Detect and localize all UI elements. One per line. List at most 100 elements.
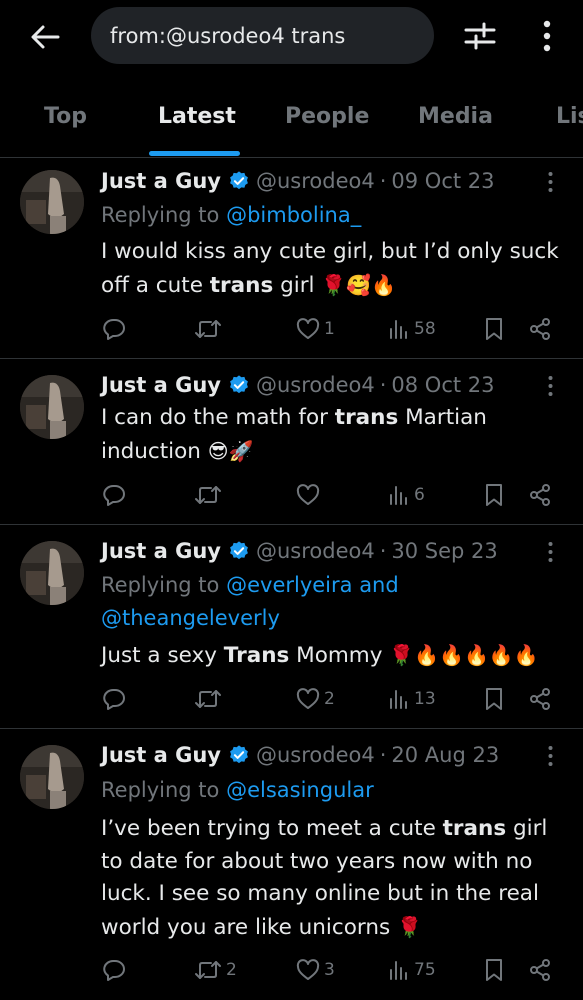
replying-to: Replying to @everlyeira and	[101, 569, 399, 602]
share-icon	[530, 318, 550, 340]
tweet-more-button[interactable]	[538, 537, 562, 567]
verified-badge-icon	[228, 374, 250, 396]
more-vertical-icon	[548, 746, 552, 766]
reply-button[interactable]	[102, 314, 130, 344]
separator-dot: ·	[379, 539, 387, 563]
tweet-header: Just a Guy @usrodeo4 · 30 Sep 23	[101, 535, 498, 567]
tweet-text-part: I can do the math for	[101, 405, 335, 430]
search-query: from:@usrodeo4 trans	[110, 23, 346, 48]
tweet-date[interactable]: 30 Sep 23	[391, 539, 497, 563]
replying-label: Replying to	[101, 203, 220, 227]
views-button[interactable]: 13	[388, 684, 436, 714]
like-button[interactable]	[296, 480, 324, 510]
author-name[interactable]: Just a Guy	[101, 169, 221, 193]
views-button[interactable]: 58	[388, 314, 436, 344]
retweet-button[interactable]	[194, 480, 226, 510]
bookmark-button[interactable]	[484, 955, 504, 985]
heart-icon	[296, 484, 320, 505]
tweet[interactable]: Just a Guy @usrodeo4 · 20 Aug 23 Replyin…	[0, 729, 583, 1000]
author-name[interactable]: Just a Guy	[101, 743, 221, 767]
avatar[interactable]	[20, 170, 84, 234]
tweet[interactable]: Just a Guy @usrodeo4 · 09 Oct 23 Replyin…	[0, 158, 583, 359]
reply-button[interactable]	[102, 480, 130, 510]
tweet-text: I’ve been trying to meet a cute trans gi…	[101, 813, 571, 944]
tweet-header: Just a Guy @usrodeo4 · 08 Oct 23	[101, 369, 495, 401]
avatar[interactable]	[20, 375, 84, 439]
tweet-text: I can do the math for trans Martian indu…	[101, 402, 571, 468]
more-vertical-icon	[548, 172, 552, 192]
author-handle[interactable]: @usrodeo4	[256, 539, 375, 563]
tweet-date[interactable]: 08 Oct 23	[391, 373, 494, 397]
replying-to-continued: @theangeleverly	[101, 602, 280, 635]
search-tabs: Top Latest People Media Lis	[0, 88, 583, 158]
reply-button[interactable]	[102, 684, 130, 714]
share-icon	[530, 484, 550, 506]
views-icon	[390, 961, 407, 980]
retweet-icon	[195, 961, 221, 979]
retweet-button[interactable]	[194, 314, 226, 344]
author-handle[interactable]: @usrodeo4	[256, 743, 375, 767]
tab-media[interactable]: Media	[418, 104, 493, 129]
separator-dot: ·	[379, 743, 387, 767]
separator-dot: ·	[379, 373, 387, 397]
more-vertical-icon	[548, 376, 552, 396]
share-button[interactable]	[528, 955, 552, 985]
like-button[interactable]: 1	[296, 314, 335, 344]
more-options-button[interactable]	[532, 15, 562, 57]
heart-icon	[296, 318, 320, 339]
replying-to: Replying to @bimbolina_	[101, 199, 361, 232]
highlighted-term: trans	[442, 816, 507, 841]
retweet-button[interactable]: 2	[194, 955, 237, 985]
avatar[interactable]	[20, 745, 84, 809]
tab-lists[interactable]: Lis	[556, 104, 583, 129]
like-button[interactable]: 2	[296, 684, 335, 714]
mention-link[interactable]: @bimbolina_	[226, 203, 361, 227]
bookmark-icon	[486, 959, 502, 981]
tab-people[interactable]: People	[285, 104, 369, 129]
author-name[interactable]: Just a Guy	[101, 373, 221, 397]
replying-label: Replying to	[101, 778, 220, 802]
views-button[interactable]: 75	[388, 955, 436, 985]
avatar[interactable]	[20, 541, 84, 605]
tab-latest[interactable]: Latest	[158, 104, 236, 129]
reply-icon	[103, 319, 125, 340]
reply-icon	[103, 960, 125, 981]
back-button[interactable]	[26, 18, 64, 56]
share-button[interactable]	[528, 684, 552, 714]
retweet-icon	[195, 486, 221, 504]
tweet[interactable]: Just a Guy @usrodeo4 · 30 Sep 23 Replyin…	[0, 525, 583, 729]
emoji-group: 🌹	[397, 914, 422, 939]
views-icon	[390, 690, 407, 709]
tweet-more-button[interactable]	[538, 741, 562, 771]
like-button[interactable]: 3	[296, 955, 335, 985]
verified-badge-icon	[228, 744, 250, 766]
mention-link[interactable]: @theangeleverly	[101, 606, 280, 630]
views-icon	[390, 486, 407, 505]
view-count: 75	[414, 960, 436, 980]
tab-top[interactable]: Top	[44, 104, 87, 129]
bookmark-button[interactable]	[484, 684, 504, 714]
search-input[interactable]: from:@usrodeo4 trans	[91, 7, 434, 64]
reply-button[interactable]	[102, 955, 130, 985]
mention-link[interactable]: @elsasingular	[226, 778, 374, 802]
share-button[interactable]	[528, 314, 552, 344]
bookmark-button[interactable]	[484, 480, 504, 510]
tweet-more-button[interactable]	[538, 371, 562, 401]
views-icon	[390, 320, 407, 339]
emoji-group: 🌹🥰🔥	[321, 272, 397, 297]
author-handle[interactable]: @usrodeo4	[256, 169, 375, 193]
tweet-date[interactable]: 09 Oct 23	[391, 169, 494, 193]
mention-link[interactable]: @everlyeira and	[226, 573, 399, 597]
retweet-button[interactable]	[194, 684, 226, 714]
tweet[interactable]: Just a Guy @usrodeo4 · 08 Oct 23 I can d…	[0, 359, 583, 525]
views-button[interactable]: 6	[388, 480, 425, 510]
author-handle[interactable]: @usrodeo4	[256, 373, 375, 397]
tweet-text-part: I’ve been trying to meet a cute	[101, 816, 443, 841]
arrow-left-icon	[31, 25, 60, 49]
search-filter-button[interactable]	[460, 17, 500, 55]
bookmark-button[interactable]	[484, 314, 504, 344]
author-name[interactable]: Just a Guy	[101, 539, 221, 563]
tweet-date[interactable]: 20 Aug 23	[391, 743, 499, 767]
share-button[interactable]	[528, 480, 552, 510]
tweet-more-button[interactable]	[538, 167, 562, 197]
